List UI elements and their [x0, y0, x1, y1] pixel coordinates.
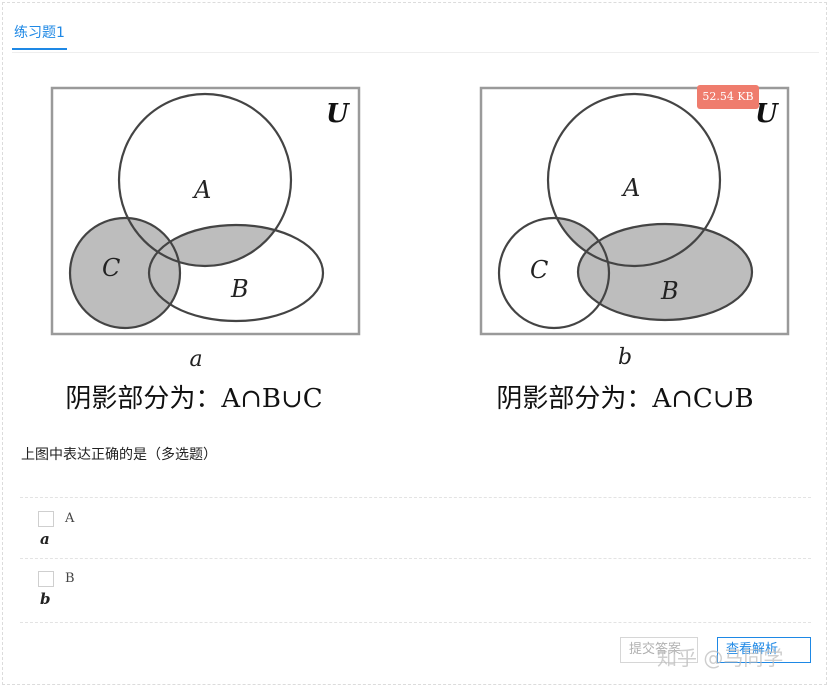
submit-answer-button[interactable]: 提交答案 — [620, 637, 698, 663]
question-text: 上图中表达正确的是（多选题） — [21, 447, 217, 463]
venn-diagram-b: U A B C b 阴影部分为：A∩C∪B — [479, 86, 790, 414]
figure-caption: b — [618, 345, 632, 370]
tab-exercise-1[interactable]: 练习题1 — [12, 22, 67, 50]
view-solution-button[interactable]: 查看解析 — [717, 637, 811, 663]
venn-figure-a: U A B C a 阴影部分为：A∩B∪C — [40, 80, 380, 420]
figure-formula: 阴影部分为：A∩B∪C — [65, 384, 322, 414]
venn-diagram-a: U A B C a 阴影部分为：A∩B∪C — [50, 86, 361, 414]
figure-formula: 阴影部分为：A∩C∪B — [496, 384, 753, 414]
tab-bar: 练习题1 — [12, 18, 819, 53]
option-b-text: b — [40, 590, 51, 608]
option-b-checkbox[interactable] — [38, 571, 54, 587]
divider — [20, 497, 811, 498]
image-size-badge: 52.54 KB — [697, 85, 759, 109]
option-b-letter: B — [65, 571, 75, 586]
universe-label: U — [326, 99, 350, 129]
venn-figure-b: U A B C b 阴影部分为：A∩C∪B — [468, 80, 808, 420]
divider — [20, 558, 811, 559]
set-c-label: C — [102, 254, 120, 282]
figure-caption: a — [189, 347, 202, 372]
set-a-label: A — [621, 174, 640, 202]
set-c-label: C — [530, 256, 548, 284]
divider — [20, 622, 811, 623]
set-b-label: B — [230, 275, 249, 303]
option-a-text: a — [40, 530, 50, 548]
option-a-letter: A — [65, 511, 75, 526]
set-b-label: B — [660, 277, 679, 305]
set-a-label: A — [192, 176, 211, 204]
option-a-checkbox[interactable] — [38, 511, 54, 527]
